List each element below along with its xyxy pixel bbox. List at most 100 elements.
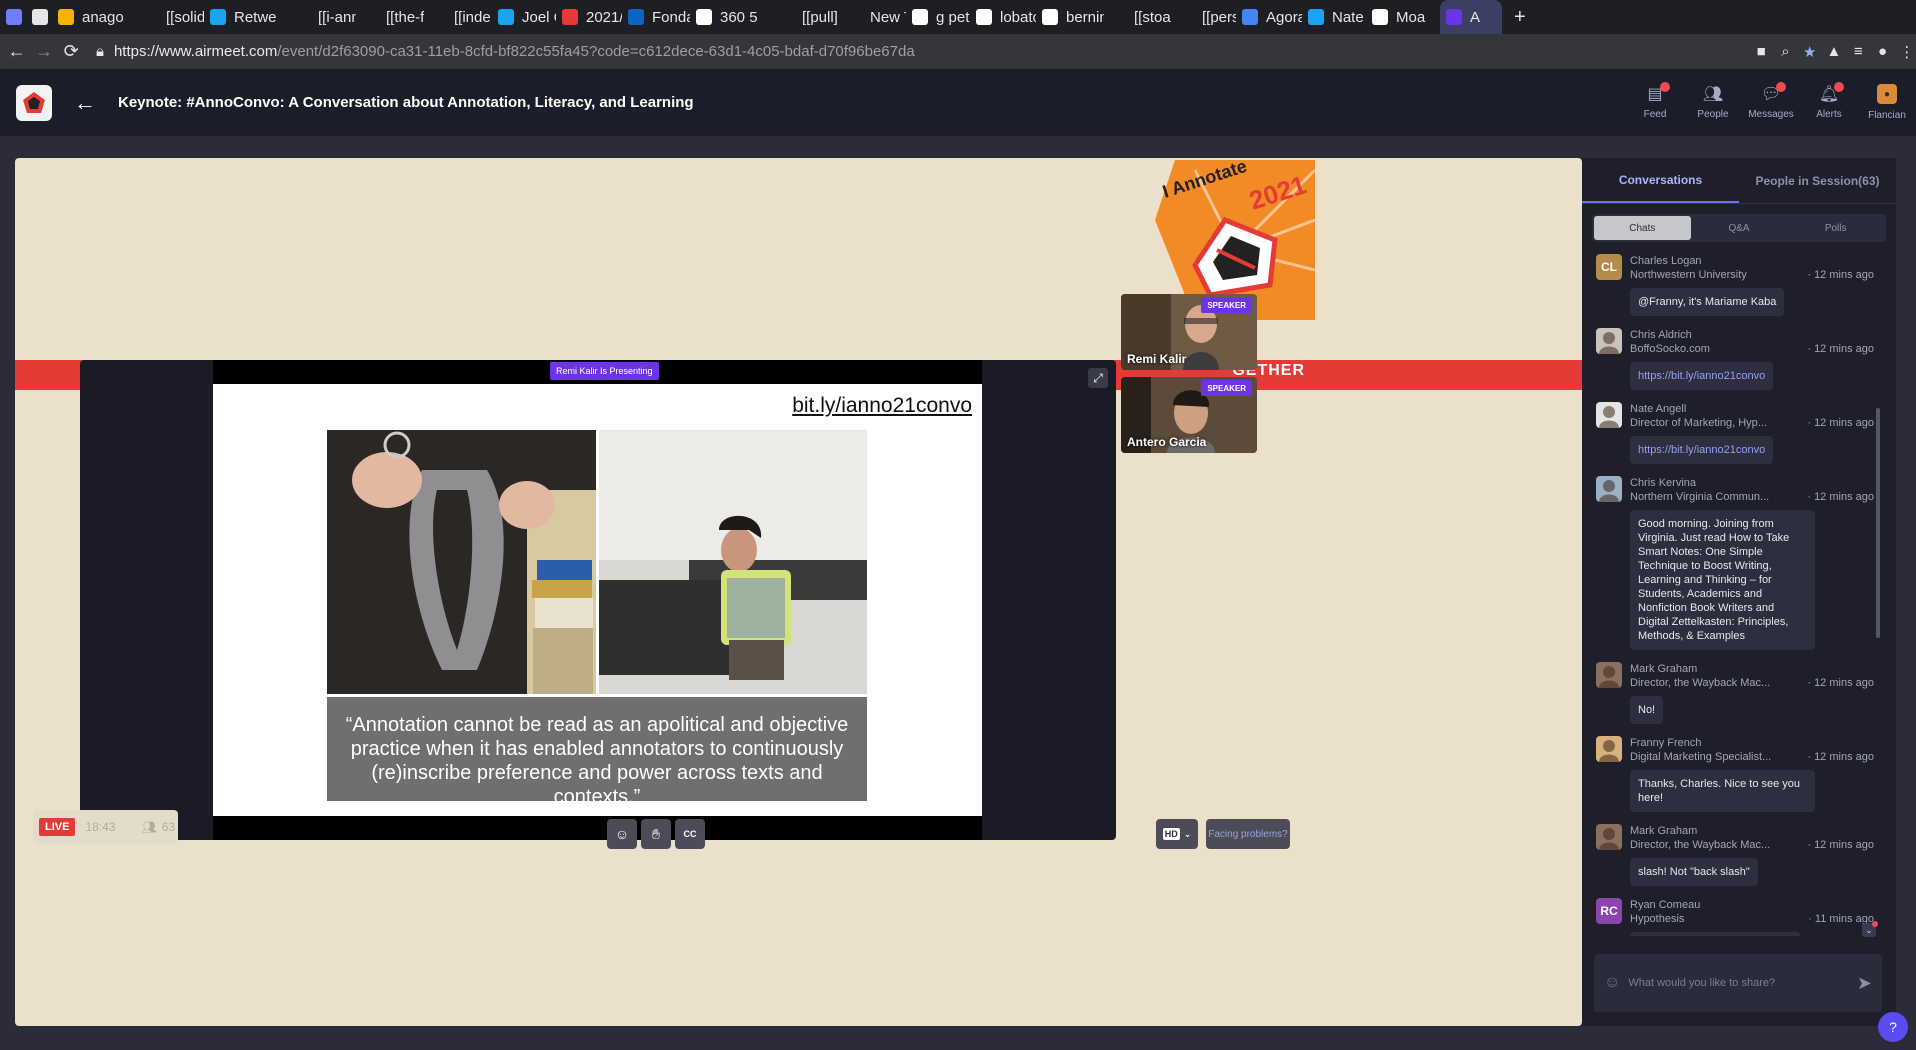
closed-captions-button[interactable]: CC [675, 819, 705, 849]
avatar[interactable]: CL [1596, 254, 1622, 280]
subtab-qa[interactable]: Q&A [1691, 216, 1788, 240]
zoom-icon[interactable]: ⌕ [1776, 40, 1794, 64]
emoji-reaction-button[interactable]: ☺ [607, 819, 637, 849]
browser-tab[interactable] [0, 0, 26, 34]
message-author[interactable]: Franny French [1630, 736, 1874, 750]
message-list[interactable]: CL Charles Logan Northwestern University ·… [1582, 254, 1882, 936]
event-logo[interactable] [16, 84, 52, 121]
author-org: Director, the Wayback Mac... [1630, 839, 1771, 851]
speaker-tile[interactable]: SPEAKER Remi Kalir [1121, 294, 1257, 370]
nav-feed[interactable]: ▤ Feed [1626, 69, 1684, 136]
new-tab-button[interactable]: + [1508, 0, 1532, 34]
tab-people-in-session[interactable]: People in Session(63) [1739, 158, 1896, 203]
message-author[interactable]: Mark Graham [1630, 662, 1874, 676]
reload-icon[interactable]: ⟳ [61, 38, 82, 66]
tab-favicon-icon [846, 9, 862, 25]
header-nav: ▤ Feed 👥︎ People 💬︎ Messages 🔔︎ Alerts ● Flancian [1626, 69, 1916, 136]
message-link[interactable]: https://bit.ly/ianno21convo [1630, 362, 1774, 390]
browser-tab[interactable]: Moa [1366, 0, 1440, 34]
message-author[interactable]: Chris Aldrich [1630, 328, 1874, 342]
browser-tab[interactable]: Agora [1236, 0, 1302, 34]
browser-tab[interactable]: 360 5 [690, 0, 772, 34]
message-author[interactable]: Chris Kervina [1630, 476, 1874, 490]
scrollbar[interactable] [1876, 408, 1880, 638]
avatar[interactable] [1596, 402, 1622, 428]
tab-label: Joel Cl [522, 8, 556, 26]
subtab-polls[interactable]: Polls [1787, 216, 1884, 240]
avatar[interactable] [1596, 662, 1622, 688]
nav-alerts[interactable]: 🔔︎ Alerts [1800, 69, 1858, 136]
chat-message: Chris Kervina Northern Virginia Commun...… [1582, 476, 1882, 650]
browser-tab[interactable]: [[solid [136, 0, 204, 34]
hd-label: HD [1162, 828, 1180, 840]
tab-favicon-icon [430, 9, 446, 25]
back-arrow-icon[interactable]: ← [74, 90, 100, 116]
nav-messages[interactable]: 💬︎ Messages [1742, 69, 1800, 136]
browser-tab[interactable]: [[pers [1172, 0, 1236, 34]
message-meta: Digital Marketing Specialist... · 12 min… [1630, 750, 1874, 764]
browser-tab[interactable]: [[the-f [356, 0, 424, 34]
message-link[interactable]: https://bit.ly/ianno21convo [1630, 436, 1774, 464]
browser-tab[interactable]: New Tab [840, 0, 906, 34]
browser-tab[interactable]: [[inde [424, 0, 492, 34]
message-time-value: 12 mins ago [1814, 343, 1874, 355]
browser-tab[interactable]: 2021/f [556, 0, 622, 34]
browser-tab[interactable]: [[i-ann [288, 0, 356, 34]
message-author[interactable]: Nate Angell [1630, 402, 1874, 416]
avatar[interactable]: RC [1596, 898, 1622, 924]
chat-input[interactable] [1628, 977, 1857, 989]
avatar[interactable] [1596, 824, 1622, 850]
message-author[interactable]: Ryan Comeau [1630, 898, 1874, 912]
chat-message: CL Charles Logan Northwestern University ·… [1582, 254, 1882, 316]
message-time: · 12 mins ago [1807, 838, 1874, 852]
emoji-icon[interactable]: ☺ [1604, 974, 1620, 992]
back-arrow-icon[interactable]: ← [6, 38, 27, 66]
nav-label: Flancian [1868, 110, 1906, 121]
nav-people[interactable]: 👥︎ People [1684, 69, 1742, 136]
browser-tab[interactable]: anago [52, 0, 136, 34]
bookmark-star-icon[interactable]: ★ [1801, 40, 1819, 64]
avatar[interactable] [1596, 476, 1622, 502]
quality-selector[interactable]: HD ⌄ [1156, 819, 1198, 849]
message-body: Chris Kervina Northern Virginia Commun...… [1630, 476, 1874, 650]
camera-icon[interactable]: ■ [1752, 40, 1770, 64]
tab-label: g pete [936, 8, 970, 26]
menu-icon[interactable]: ⋮ [1898, 40, 1916, 64]
reading-list-icon[interactable]: ≡ [1849, 40, 1867, 64]
browser-tab[interactable]: g pete [906, 0, 970, 34]
browser-tab[interactable]: Joel Cl [492, 0, 556, 34]
message-time-value: 12 mins ago [1814, 417, 1874, 429]
browser-tab[interactable]: [[stoa [1104, 0, 1172, 34]
message-time-value: 12 mins ago [1814, 751, 1874, 763]
fullscreen-icon[interactable]: ⤢ [1088, 368, 1108, 388]
message-author[interactable]: Charles Logan [1630, 254, 1874, 268]
browser-tab[interactable]: Fonda [622, 0, 690, 34]
facing-problems-button[interactable]: Facing problems? [1206, 819, 1290, 849]
profile-icon[interactable]: ● [1873, 40, 1891, 64]
subtab-chats[interactable]: Chats [1594, 216, 1691, 240]
author-org: Hypothesis [1630, 913, 1685, 925]
tab-label: Agora [1266, 8, 1302, 26]
browser-tab[interactable]: [[pull] [772, 0, 840, 34]
forward-arrow-icon[interactable]: → [33, 38, 54, 66]
message-author[interactable]: Mark Graham [1630, 824, 1874, 838]
browser-tab[interactable]: Retwe [204, 0, 288, 34]
browser-tab[interactable]: lobato [970, 0, 1036, 34]
speaker-tile[interactable]: SPEAKER Antero Garcia [1121, 377, 1257, 453]
help-button[interactable]: ? [1878, 1012, 1908, 1042]
url-field[interactable]: 🔒︎ https://www.airmeet.com/event/d2f6309… [96, 38, 1746, 66]
chat-message: Mark Graham Director, the Wayback Mac... … [1582, 662, 1882, 724]
raise-hand-button[interactable]: ✋︎ [641, 819, 671, 849]
browser-tab[interactable]: Nate A [1302, 0, 1366, 34]
browser-tab[interactable]: bernin [1036, 0, 1104, 34]
tab-conversations[interactable]: Conversations [1582, 158, 1739, 203]
browser-tab[interactable]: A [1440, 0, 1502, 34]
nav-flancian[interactable]: ● Flancian [1858, 69, 1916, 136]
extension-icon[interactable]: ▲ [1825, 40, 1843, 64]
avatar[interactable] [1596, 736, 1622, 762]
tab-favicon-icon [1178, 9, 1194, 25]
browser-tab[interactable] [26, 0, 52, 34]
avatar[interactable] [1596, 328, 1622, 354]
author-org: Director of Marketing, Hyp... [1630, 417, 1767, 429]
send-icon[interactable]: ➤ [1857, 973, 1872, 994]
